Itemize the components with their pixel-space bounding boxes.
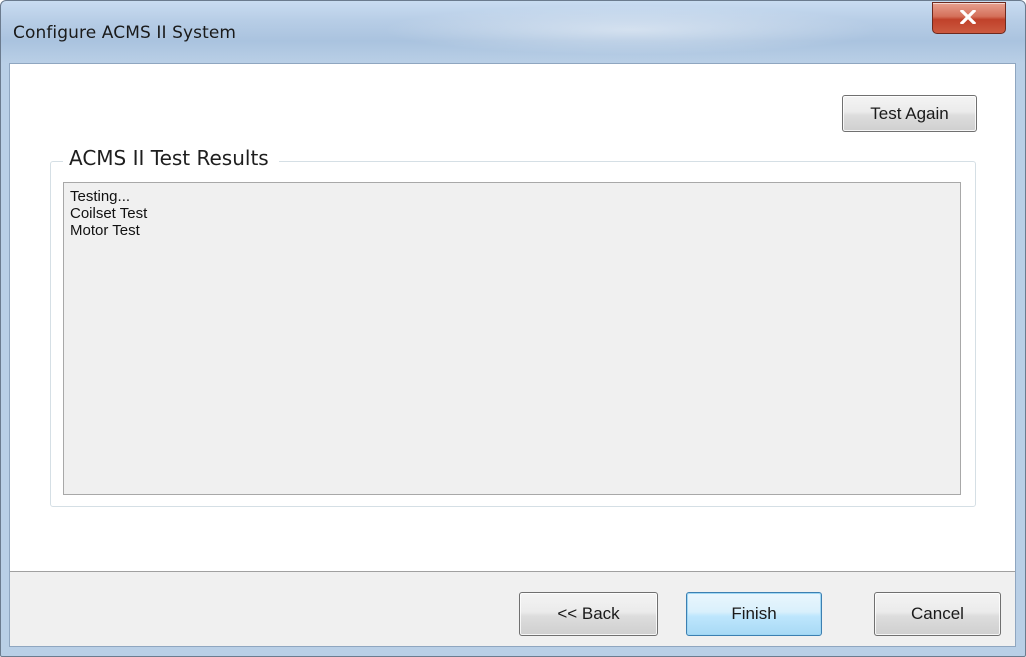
- close-button[interactable]: [932, 2, 1006, 34]
- finish-button[interactable]: Finish: [686, 592, 822, 636]
- close-icon: [960, 10, 976, 24]
- test-again-label: Test Again: [870, 104, 949, 123]
- cancel-button[interactable]: Cancel: [874, 592, 1001, 636]
- wizard-page: Test Again ACMS II Test Results Testing.…: [10, 64, 1015, 572]
- title-bar[interactable]: Configure ACMS II System: [1, 1, 1025, 63]
- test-results-group: ACMS II Test Results Testing... Coilset …: [50, 146, 976, 507]
- cancel-label: Cancel: [911, 604, 964, 623]
- dialog-client-area: Test Again ACMS II Test Results Testing.…: [9, 63, 1016, 647]
- finish-label: Finish: [731, 604, 777, 623]
- result-line: Motor Test: [70, 222, 140, 239]
- back-button[interactable]: << Back: [519, 592, 658, 636]
- result-line: Coilset Test: [70, 205, 148, 222]
- back-label: << Back: [557, 604, 620, 623]
- test-again-button[interactable]: Test Again: [842, 95, 977, 132]
- window-title: Configure ACMS II System: [13, 23, 237, 43]
- dialog-window: Configure ACMS II System Test Again ACMS…: [0, 0, 1026, 657]
- group-title: ACMS II Test Results: [63, 146, 279, 170]
- test-results-textbox[interactable]: Testing... Coilset Test Motor Test: [63, 182, 961, 495]
- result-line: Testing...: [70, 188, 131, 205]
